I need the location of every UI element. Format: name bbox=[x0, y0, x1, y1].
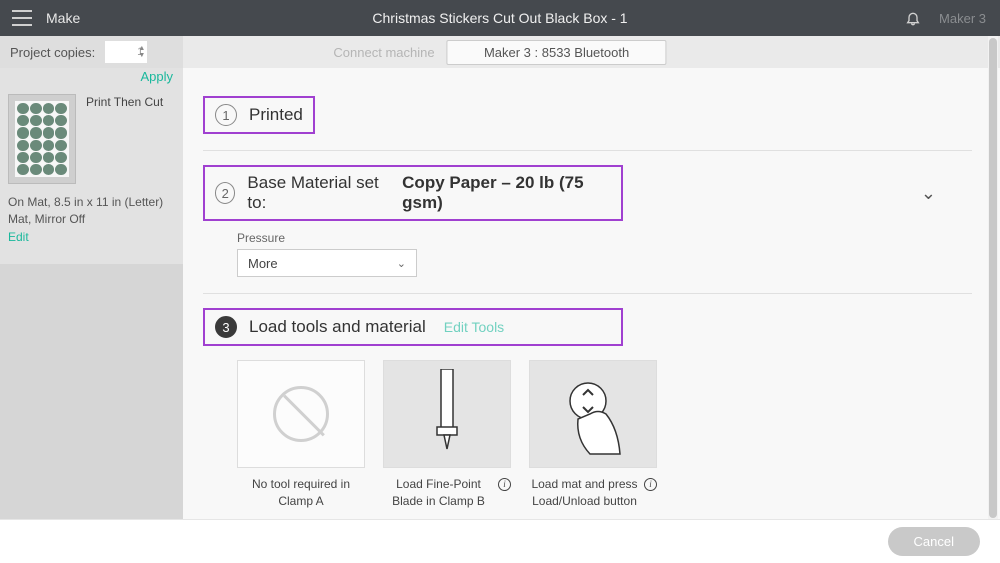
sidebar: Print Then Cut On Mat, 8.5 in x 11 in (L… bbox=[0, 68, 183, 563]
cancel-button[interactable]: Cancel bbox=[888, 527, 980, 556]
pressure-select[interactable]: More ⌄ bbox=[237, 249, 417, 277]
copies-input[interactable]: 1 ▲▼ bbox=[105, 41, 147, 63]
step-2-header[interactable]: 2 Base Material set to: Copy Paper – 20 … bbox=[203, 165, 623, 221]
project-title: Christmas Stickers Cut Out Black Box - 1 bbox=[372, 10, 627, 26]
edit-tools-link[interactable]: Edit Tools bbox=[444, 319, 504, 335]
step-load-tools: 3 Load tools and material Edit Tools No … bbox=[203, 308, 972, 526]
scrollbar-thumb[interactable] bbox=[989, 38, 997, 518]
copies-label: Project copies: bbox=[10, 45, 95, 60]
hamburger-icon[interactable] bbox=[12, 10, 32, 26]
tool-card-load-mat: Load mat and press Load/Unload button i bbox=[529, 360, 657, 510]
header-mode-label: Make bbox=[46, 10, 80, 26]
step-1-title: Printed bbox=[249, 105, 303, 125]
mat-info: On Mat, 8.5 in x 11 in (Letter) Mat, Mir… bbox=[8, 194, 175, 228]
tool-b-caption: Load Fine-Point Blade in Clamp B bbox=[383, 476, 494, 510]
mat-mode-label: Print Then Cut bbox=[86, 94, 163, 111]
info-icon[interactable]: i bbox=[498, 478, 511, 491]
apply-button[interactable]: Apply bbox=[140, 69, 173, 84]
copies-spinner[interactable]: ▲▼ bbox=[138, 46, 145, 59]
connect-machine-label: Connect machine bbox=[333, 45, 434, 60]
step-printed: 1 Printed bbox=[203, 96, 972, 151]
machine-select[interactable]: Maker 3 : 8533 Bluetooth bbox=[447, 40, 667, 65]
footer: Cancel bbox=[0, 519, 1000, 563]
app-header: Make Christmas Stickers Cut Out Black Bo… bbox=[0, 0, 1000, 36]
tool-card-clamp-b: Load Fine-Point Blade in Clamp B i bbox=[383, 360, 511, 510]
sidebar-empty-area bbox=[0, 264, 183, 524]
main-content: 1 Printed 2 Base Material set to: Copy P… bbox=[183, 68, 1000, 563]
pressure-label: Pressure bbox=[237, 231, 972, 245]
step-material: 2 Base Material set to: Copy Paper – 20 … bbox=[203, 165, 972, 294]
mat-edit-link[interactable]: Edit bbox=[8, 230, 29, 244]
scrollbar[interactable] bbox=[988, 36, 998, 563]
chevron-down-icon[interactable]: ⌄ bbox=[921, 183, 936, 204]
step-2-title-value: Copy Paper – 20 lb (75 gsm) bbox=[402, 173, 611, 213]
device-badge[interactable]: Maker 3 bbox=[939, 11, 986, 26]
mat-thumbnail[interactable] bbox=[8, 94, 76, 184]
step-3-title: Load tools and material bbox=[249, 317, 426, 337]
subheader: Project copies: 1 ▲▼ Apply Connect machi… bbox=[0, 36, 1000, 68]
load-mat-icon bbox=[529, 360, 657, 468]
step-3-header[interactable]: 3 Load tools and material Edit Tools bbox=[203, 308, 623, 346]
tool-card-clamp-a: No tool required in Clamp A bbox=[237, 360, 365, 510]
step-3-number: 3 bbox=[215, 316, 237, 338]
caret-down-icon: ⌄ bbox=[397, 257, 406, 270]
bell-icon[interactable] bbox=[905, 9, 921, 27]
no-tool-icon bbox=[237, 360, 365, 468]
step-2-number: 2 bbox=[215, 182, 235, 204]
blade-icon bbox=[383, 360, 511, 468]
step-1-header[interactable]: 1 Printed bbox=[203, 96, 315, 134]
step-2-title-prefix: Base Material set to: bbox=[247, 173, 390, 213]
tool-c-caption: Load mat and press Load/Unload button bbox=[529, 476, 640, 510]
info-icon[interactable]: i bbox=[644, 478, 657, 491]
step-1-number: 1 bbox=[215, 104, 237, 126]
tool-a-caption: No tool required in Clamp A bbox=[237, 476, 365, 510]
